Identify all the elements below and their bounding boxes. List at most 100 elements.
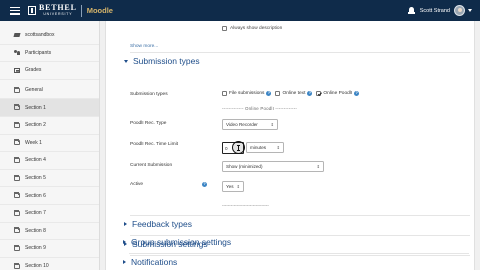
- chevron-right-icon: [123, 260, 126, 264]
- rec-type-label: PoodlI Rec. Type: [130, 121, 167, 126]
- sidebar-item-label: Section 7: [25, 210, 46, 217]
- section-heading: Group submission settings: [131, 237, 232, 247]
- always-show-description-checkbox[interactable]: [222, 26, 227, 31]
- online-poodll-checkbox[interactable]: [316, 91, 322, 96]
- sidebar-item-section-10[interactable]: Section 10: [0, 258, 99, 270]
- feedback-types-section-toggle[interactable]: Feedback types: [124, 219, 192, 229]
- divider: [130, 235, 470, 236]
- folder-icon: [14, 244, 20, 251]
- chevron-right-icon: [124, 222, 127, 226]
- sidebar-item-scottsandbox[interactable]: scottsandbox: [0, 27, 99, 45]
- notifications-section-toggle[interactable]: Notifications: [123, 257, 177, 267]
- user-name[interactable]: Scott Strand: [420, 8, 450, 14]
- folder-icon: [14, 156, 20, 163]
- folder-icon: [14, 192, 20, 199]
- folder-icon: [14, 209, 20, 216]
- file-submissions-label: File submissions: [229, 91, 265, 96]
- sidebar-item-label: Section 10: [25, 263, 49, 270]
- always-show-description-label: Always show description: [230, 26, 283, 31]
- time-limit-unit-value: minutes: [250, 145, 267, 150]
- brand-divider: [80, 4, 82, 17]
- online-poodll-end-divider: --------------------------------: [222, 203, 269, 208]
- divider: [130, 52, 470, 53]
- online-poodll-option[interactable]: Online PoodlI ?: [316, 91, 360, 96]
- current-submission-value: Show (minimized): [226, 164, 263, 169]
- help-icon[interactable]: ?: [202, 182, 207, 187]
- sidebar-item-label: Section 2: [25, 122, 46, 129]
- sidebar-item-general[interactable]: General: [0, 82, 99, 100]
- top-navbar: BETHEL UNIVERSITY Moodle Scott Strand: [0, 0, 480, 21]
- current-submission-select[interactable]: Show (minimized) ⇕: [222, 161, 324, 172]
- sidebar-item-label: scottsandbox: [25, 32, 55, 39]
- sidebar-item-grades[interactable]: Grades: [0, 62, 99, 80]
- folder-icon: [14, 139, 20, 146]
- sidebar-item-section-6[interactable]: Section 6: [0, 187, 99, 205]
- rec-type-select[interactable]: Video Recorder ⇕: [222, 119, 278, 130]
- divider: [130, 255, 470, 256]
- file-submissions-option[interactable]: File submissions ?: [222, 91, 272, 96]
- sidebar-item-label: General: [25, 87, 43, 94]
- sidebar-item-section-4[interactable]: Section 4: [0, 152, 99, 170]
- folder-icon: [14, 227, 20, 234]
- main-content: Always show description Show more... Sub…: [101, 21, 480, 270]
- divider: [130, 215, 470, 216]
- avatar[interactable]: [454, 5, 465, 16]
- chevron-updown-icon: ⇕: [236, 184, 240, 189]
- show-more-link[interactable]: Show more...: [130, 44, 158, 49]
- help-icon[interactable]: ?: [266, 91, 272, 96]
- help-icon[interactable]: ?: [307, 91, 313, 96]
- notification-bell-icon[interactable]: [407, 7, 415, 14]
- folder-icon: [14, 104, 20, 111]
- active-select[interactable]: Yes ⇕: [222, 181, 244, 192]
- user-menu-chevron-down-icon[interactable]: [468, 9, 472, 12]
- chevron-updown-icon: ⇕: [316, 164, 320, 169]
- sidebar-item-section-8[interactable]: Section 8: [0, 223, 99, 241]
- chevron-down-icon: [124, 59, 128, 63]
- always-show-description-option[interactable]: Always show description: [222, 26, 282, 31]
- file-submissions-checkbox[interactable]: [222, 91, 227, 96]
- menu-toggle-icon[interactable]: [10, 6, 20, 15]
- section-heading: Submission types: [133, 56, 200, 66]
- submission-types-options: File submissions ? Online text ? Online …: [222, 91, 363, 96]
- online-text-checkbox[interactable]: [275, 91, 281, 96]
- chevron-right-icon: [123, 240, 126, 244]
- submission-types-section-toggle[interactable]: Submission types: [124, 56, 200, 66]
- brand-name: BETHEL: [39, 3, 77, 13]
- chevron-updown-icon: ⇕: [276, 145, 280, 150]
- divider: [129, 253, 469, 254]
- sidebar-item-section-1[interactable]: Section 1: [0, 99, 99, 117]
- app-name[interactable]: Moodle: [87, 6, 113, 15]
- text-cursor-icon: [232, 141, 245, 154]
- folder-icon: [14, 121, 20, 128]
- sidebar-item-section-9[interactable]: Section 9: [0, 240, 99, 258]
- group-submission-settings-section-toggle[interactable]: Group submission settings: [123, 237, 231, 247]
- active-label: Active: [130, 182, 144, 187]
- course-sidebar: scottsandbox Participants Grades General…: [0, 21, 100, 270]
- sidebar-item-label: Grades: [25, 67, 42, 74]
- folder-icon: [14, 174, 20, 181]
- sidebar-item-participants[interactable]: Participants: [0, 45, 99, 63]
- online-poodll-divider: ------------- Online PoodlI ------------…: [222, 106, 298, 111]
- course-icon: [14, 33, 20, 38]
- submission-types-label: Submission types: [130, 92, 168, 97]
- sidebar-item-label: Section 4: [25, 157, 46, 164]
- section-heading: Notifications: [131, 257, 178, 267]
- sidebar-item-section-5[interactable]: Section 5: [0, 170, 99, 188]
- sidebar-item-section-2[interactable]: Section 2: [0, 117, 99, 135]
- sidebar-item-label: Section 8: [25, 227, 46, 234]
- brand-subtitle: UNIVERSITY: [43, 12, 73, 17]
- sidebar-item-week-1[interactable]: Week 1: [0, 135, 99, 153]
- people-icon: [14, 50, 20, 56]
- online-text-option[interactable]: Online text ?: [275, 91, 313, 96]
- online-poodll-label: Online PoodlI: [323, 91, 353, 96]
- active-value: Yes: [226, 184, 234, 189]
- bethel-logo-icon: [28, 6, 36, 15]
- time-limit-value: 0: [225, 145, 228, 151]
- time-limit-unit-select[interactable]: minutes ⇕: [246, 142, 284, 153]
- brand-logo[interactable]: BETHEL UNIVERSITY: [28, 4, 77, 17]
- sidebar-item-label: Section 5: [25, 175, 46, 182]
- folder-icon: [14, 86, 20, 93]
- sidebar-item-section-7[interactable]: Section 7: [0, 205, 99, 223]
- help-icon[interactable]: ?: [354, 91, 360, 96]
- sidebar-item-label: Participants: [25, 49, 52, 56]
